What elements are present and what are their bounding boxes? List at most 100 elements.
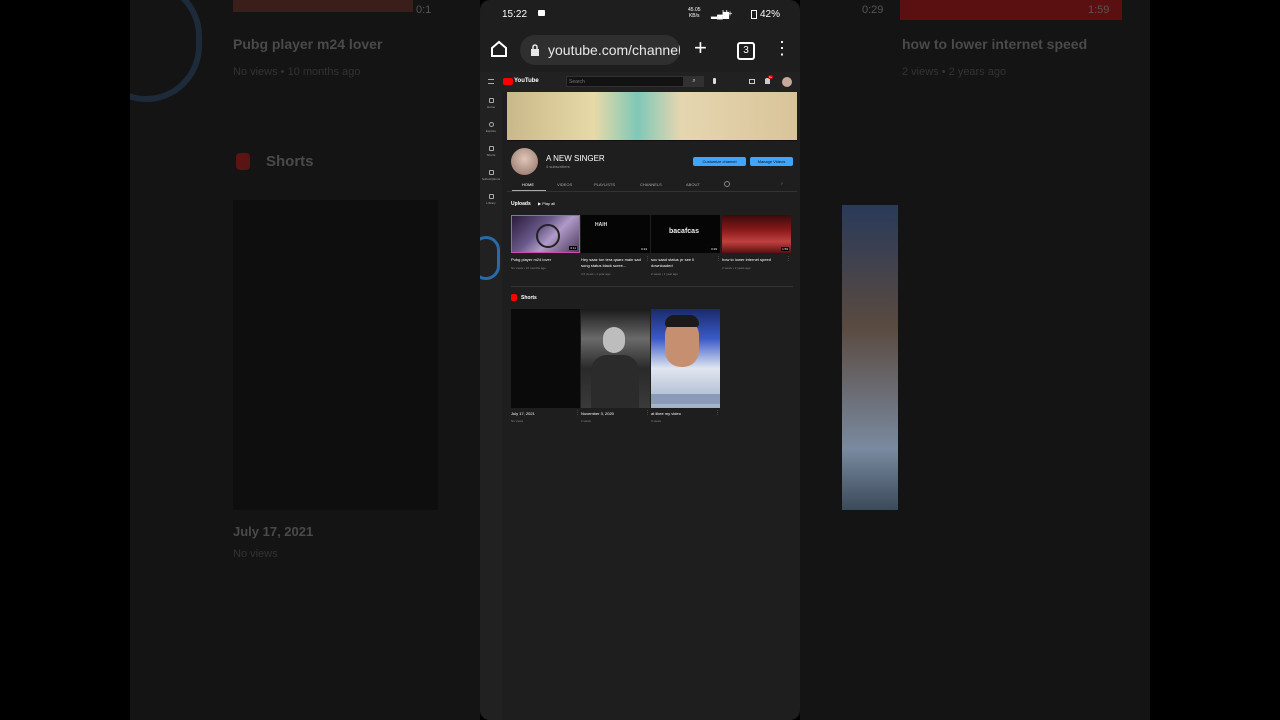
more-options-icon[interactable]: ⋮: [715, 410, 720, 416]
search-input[interactable]: Search: [566, 76, 684, 87]
background-left-panel: 0:1 Pubg player m24 lover No views • 10 …: [130, 0, 480, 720]
video-title[interactable]: soc saad status pr see li downloaded: [651, 257, 713, 269]
short-thumbnail[interactable]: [581, 309, 650, 408]
home-icon[interactable]: [490, 40, 508, 58]
channel-name: A NEW SINGER: [546, 154, 605, 163]
background-circle-graphic: [130, 0, 202, 102]
background-video-meta: 2 views • 2 years ago: [902, 66, 1007, 78]
url-text: youtube.com/channel: [548, 42, 680, 58]
background-video-title: Pubg player m24 lover: [233, 36, 383, 52]
short-title[interactable]: July 17, 2021: [511, 411, 535, 416]
more-options-icon[interactable]: ⋮: [716, 256, 721, 262]
tab-playlists[interactable]: PLAYLISTS: [594, 182, 615, 187]
short-person-figure: [603, 327, 625, 353]
video-thumbnail[interactable]: HAIH 0:24: [581, 215, 650, 253]
uploads-heading[interactable]: Uploads: [511, 201, 531, 207]
youtube-logo-text[interactable]: YouTube: [514, 78, 539, 84]
address-bar[interactable]: youtube.com/channel: [520, 35, 680, 65]
compass-icon: [488, 122, 494, 127]
battery-icon: [751, 10, 757, 19]
video-thumbnail[interactable]: bacafcas 0:29: [651, 215, 720, 253]
guide-label: Home: [486, 105, 495, 109]
more-options-icon[interactable]: ⋮: [773, 38, 791, 58]
network-speed: 45.05 KB/s: [688, 7, 701, 19]
youtube-masthead: YouTube Search ⌕ 9+: [480, 72, 800, 92]
background-circle-graphic: [480, 236, 500, 280]
microphone-icon[interactable]: [713, 78, 716, 84]
guide-label: Shorts: [486, 153, 496, 157]
video-meta: 2 views • 1 year ago: [651, 272, 678, 276]
short-meta: 3 views: [651, 419, 662, 423]
video-duration: 1:59: [781, 247, 789, 251]
short-title[interactable]: November 3, 2020: [581, 411, 614, 416]
guide-item-subscriptions[interactable]: Subscriptions: [480, 170, 502, 181]
subscriptions-icon: [488, 170, 494, 175]
hamburger-menu-icon[interactable]: [488, 79, 494, 84]
customize-channel-button[interactable]: Customize channel: [693, 157, 746, 166]
create-video-icon[interactable]: [749, 79, 755, 84]
search-icon[interactable]: ⌕: [684, 76, 704, 87]
manage-videos-button[interactable]: Manage Videos: [750, 157, 793, 166]
video-thumbnail[interactable]: 0:11: [511, 215, 580, 253]
tab-videos[interactable]: VIDEOS: [557, 182, 572, 187]
divider: [507, 191, 797, 192]
short-thumbnail[interactable]: [651, 309, 720, 408]
short-overlay-strip: [651, 394, 720, 404]
chevron-right-icon[interactable]: ›: [781, 181, 783, 187]
tab-channels[interactable]: CHANNELS: [640, 182, 662, 187]
video-meta: No views • 10 months ago: [511, 266, 546, 270]
background-right-panel: 0:29 1:59 how to lower internet speed 2 …: [800, 0, 1150, 720]
play-all-button[interactable]: ▶ Play all: [538, 201, 555, 206]
video-title[interactable]: Hey saaz tun tera qaarz main sad song st…: [581, 257, 643, 269]
short-thumbnail[interactable]: [511, 309, 580, 408]
guide-item-explore[interactable]: Explore: [480, 122, 502, 133]
short-title[interactable]: at likee my video: [651, 411, 681, 416]
lock-icon: [531, 44, 539, 56]
guide-item-home[interactable]: Home: [480, 98, 502, 109]
video-thumbnail[interactable]: 1:59: [722, 215, 791, 253]
tab-about[interactable]: ABOUT: [686, 182, 700, 187]
background-duration: 0:1: [416, 4, 432, 16]
thumbnail-text: bacafcas: [669, 228, 699, 235]
guide-label: Library: [486, 201, 496, 205]
youtube-logo-icon[interactable]: [503, 78, 513, 85]
video-meta: 2 views • 2 years ago: [722, 266, 751, 270]
shorts-icon: [511, 294, 517, 301]
channel-avatar[interactable]: [511, 148, 538, 175]
short-meta: No views: [511, 419, 524, 423]
video-title[interactable]: how to lower internet speed: [722, 257, 784, 263]
guide-item-shorts[interactable]: Shorts: [480, 146, 502, 157]
tab-switcher-button[interactable]: 3: [737, 42, 755, 60]
video-title[interactable]: Pubg player m24 lover: [511, 257, 573, 263]
play-all-label: Play all: [542, 201, 556, 206]
network-type: H+: [722, 9, 733, 18]
thumbnail-scope-graphic: [536, 224, 560, 248]
more-options-icon[interactable]: ⋮: [645, 410, 650, 416]
divider: [511, 286, 793, 287]
short-person-figure: [665, 315, 699, 327]
home-icon: [488, 98, 494, 103]
account-avatar[interactable]: [782, 77, 792, 87]
status-bar: 15:22 45.05 KB/s ▂▄▆ H+ 42%: [480, 0, 800, 28]
shorts-heading[interactable]: Shorts: [521, 295, 537, 301]
background-video-title: how to lower internet speed: [902, 36, 1088, 52]
battery-percent: 42%: [760, 9, 781, 20]
background-shorts-title: Shorts: [266, 153, 314, 170]
more-options-icon[interactable]: ⋮: [575, 410, 580, 416]
status-time: 15:22: [502, 9, 528, 20]
more-options-icon[interactable]: ⋮: [786, 256, 791, 262]
video-meta: 3.6 views • 1 year ago: [581, 272, 611, 276]
guide-label: Explore: [485, 129, 497, 133]
background-short-thumbnail: [842, 205, 898, 510]
tab-home[interactable]: HOME: [522, 182, 534, 187]
new-tab-icon[interactable]: +: [694, 36, 707, 60]
network-speed-unit: KB/s: [688, 13, 700, 19]
guide-item-library[interactable]: Library: [480, 194, 502, 205]
camera-icon: [538, 10, 545, 16]
shorts-icon: [488, 146, 494, 151]
notification-badge: 9+: [768, 75, 774, 79]
video-duration: 0:29: [710, 247, 718, 251]
short-person-figure: [591, 355, 639, 408]
more-options-icon[interactable]: ⋮: [645, 256, 650, 262]
channel-search-icon[interactable]: [724, 181, 730, 187]
